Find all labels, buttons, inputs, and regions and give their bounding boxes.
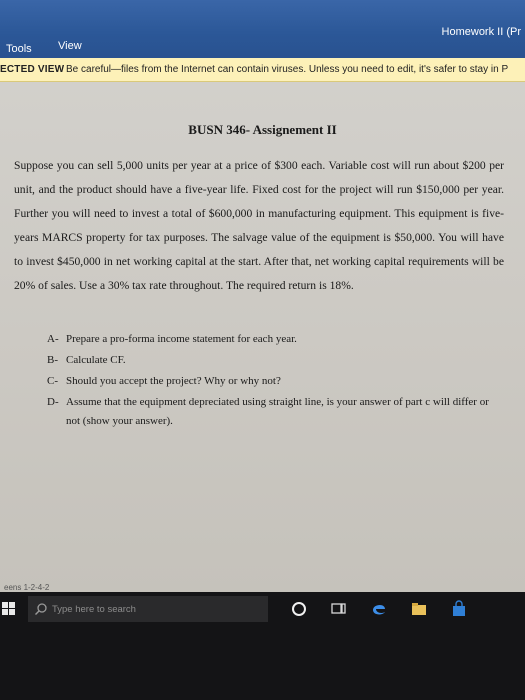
list-item: C- Should you accept the project? Why or…	[47, 372, 497, 391]
taskbar-search-box[interactable]: Type here to search	[28, 596, 268, 622]
document-title: BUSN 346- Assignement II	[188, 122, 337, 137]
list-item-letter: B-	[47, 354, 58, 366]
question-list: A- Prepare a pro-forma income statement …	[47, 330, 497, 433]
cortana-icon[interactable]	[290, 600, 308, 618]
menu-view[interactable]: View	[58, 40, 82, 52]
taskbar: Type here to search	[0, 592, 525, 700]
list-item-text: Assume that the equipment depreciated us…	[66, 396, 489, 427]
search-input[interactable]: Type here to search	[52, 604, 136, 615]
status-bar-text: eens 1-2-4-2	[4, 583, 50, 592]
list-item: B- Calculate CF.	[47, 351, 497, 370]
list-item-text: Calculate CF.	[66, 354, 126, 366]
edge-icon[interactable]	[370, 600, 388, 618]
ribbon: Homework II (Pr Tools View	[0, 0, 525, 58]
list-item-text: Should you accept the project? Why or wh…	[66, 375, 281, 387]
store-icon[interactable]	[450, 600, 468, 618]
protected-view-label: ECTED VIEW	[0, 64, 65, 75]
list-item-letter: D-	[47, 396, 59, 408]
list-item-letter: A-	[47, 333, 59, 345]
document-page: BUSN 346- Assignement II Suppose you can…	[0, 82, 525, 592]
list-item: D- Assume that the equipment depreciated…	[47, 393, 497, 431]
document-paragraph: Suppose you can sell 5,000 units per yea…	[14, 159, 504, 292]
list-item-letter: C-	[47, 375, 58, 387]
window-title: Homework II (Pr	[441, 26, 521, 38]
list-item-text: Prepare a pro-forma income statement for…	[66, 333, 297, 345]
protected-view-bar: ECTED VIEW Be careful—files from the Int…	[0, 58, 525, 82]
protected-view-message: Be careful—files from the Internet can c…	[66, 64, 509, 75]
task-view-icon[interactable]	[330, 600, 348, 618]
file-explorer-icon[interactable]	[410, 600, 428, 618]
menu-tools[interactable]: Tools	[6, 43, 32, 55]
search-icon	[35, 603, 47, 615]
windows-start-icon[interactable]	[2, 602, 16, 616]
list-item: A- Prepare a pro-forma income statement …	[47, 330, 497, 349]
